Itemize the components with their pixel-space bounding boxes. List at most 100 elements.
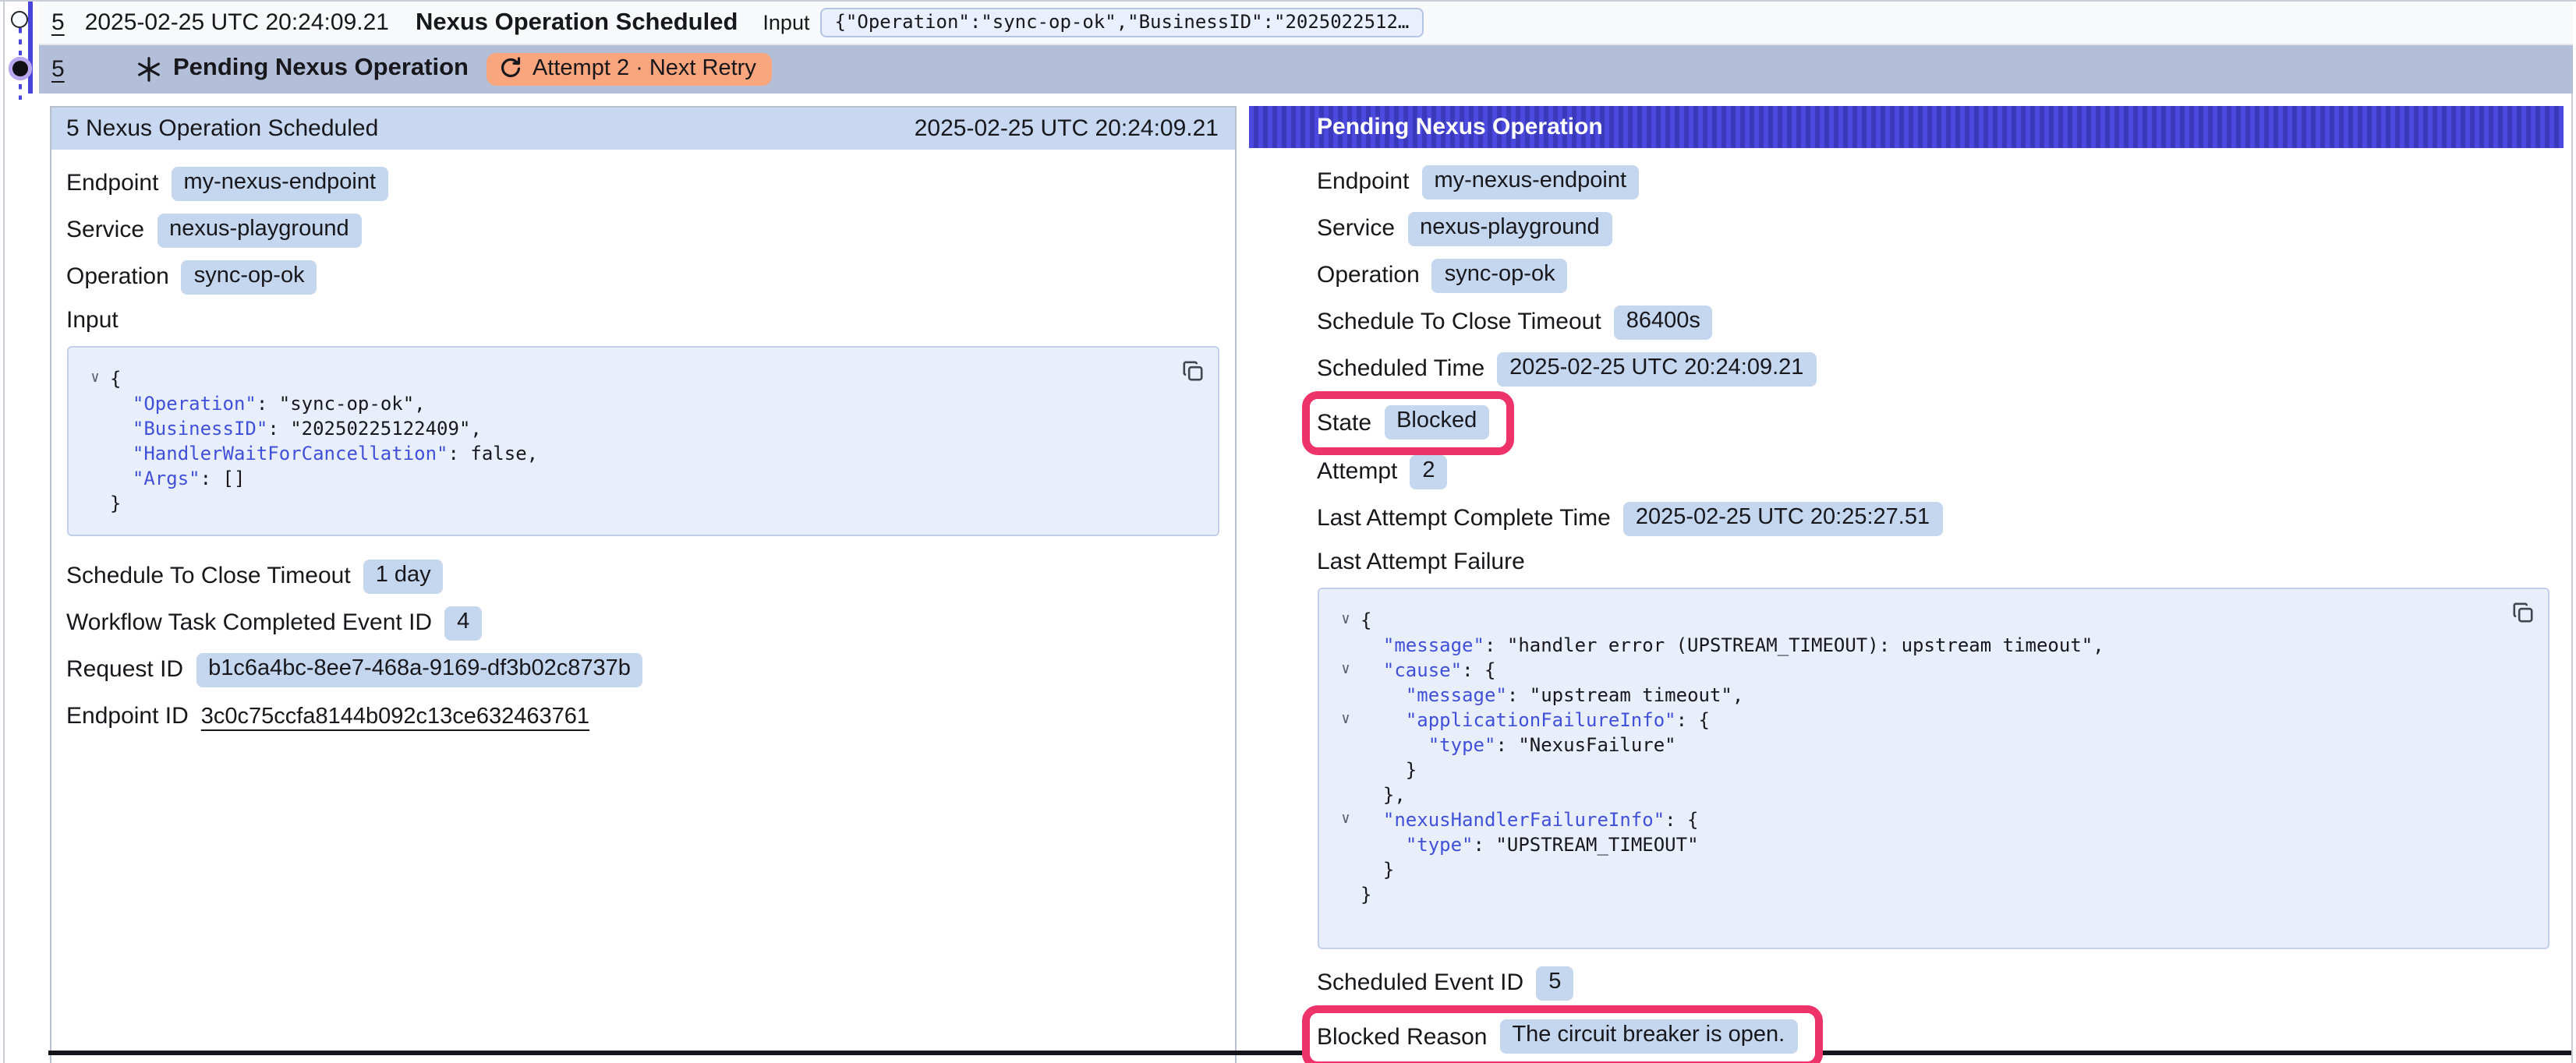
field-value-badge: sync-op-ok (182, 260, 317, 294)
field-row: Endpoint my-nexus-endpoint (66, 165, 1219, 201)
field-row: Operation sync-op-ok (66, 259, 1219, 295)
field-value-badge: my-nexus-endpoint (1421, 164, 1639, 199)
state-value-badge: Blocked (1384, 405, 1489, 440)
retry-badge-label: Attempt 2 · Next Retry (533, 56, 756, 81)
code-gutter (1331, 832, 1361, 857)
event-selected-circle-icon[interactable] (12, 60, 27, 76)
copy-icon[interactable] (2512, 602, 2534, 623)
field-label: Endpoint (1317, 168, 1409, 195)
event-row-pending-selected[interactable]: 5 Pending Nexus Operation Attempt 2 · Ne… (39, 44, 2573, 94)
endpoint-id-link[interactable]: 3c0c75ccfa8144b092c13ce632463761 (201, 704, 589, 729)
field-label: State (1317, 409, 1371, 436)
code-gutter (1331, 733, 1361, 758)
event-detail-panel-scheduled: 5 Nexus Operation Scheduled 2025-02-25 U… (49, 106, 1236, 1063)
collapse-chevron-icon[interactable]: ∨ (80, 366, 110, 391)
field-value-badge: nexus-playground (157, 213, 362, 247)
event-input-preview-badge[interactable]: {"Operation":"sync-op-ok","BusinessID":"… (820, 8, 1423, 37)
field-value-badge: 1 day (363, 559, 444, 593)
field-label: Scheduled Event ID (1317, 969, 1523, 996)
field-value-badge: 2025-02-25 UTC 20:25:27.51 (1623, 501, 1942, 535)
code-gutter (80, 491, 110, 516)
field-label: Service (1317, 215, 1395, 242)
field-value-badge: 2 (1410, 454, 1447, 489)
field-value-badge: nexus-playground (1407, 211, 1612, 245)
code-gutter (80, 441, 110, 466)
field-row: Schedule To Close Timeout 1 day (66, 558, 1219, 594)
event-id-link[interactable]: 5 (51, 9, 65, 36)
panel-title: Pending Nexus Operation (1317, 114, 1603, 140)
field-label: Blocked Reason (1317, 1023, 1487, 1050)
field-row: Schedule To Close Timeout 86400s (1317, 304, 2549, 340)
field-value-badge: 4 (444, 606, 482, 640)
field-label: Operation (1317, 262, 1420, 288)
event-history-view: 5 2025-02-25 UTC 20:24:09.21 Nexus Opera… (0, 0, 2576, 1063)
field-label: Schedule To Close Timeout (66, 563, 351, 589)
field-row: Endpoint my-nexus-endpoint (1317, 164, 2549, 200)
field-row: Attempt 2 (1317, 454, 2549, 489)
code-gutter (1331, 758, 1361, 782)
event-row-scheduled[interactable]: 5 2025-02-25 UTC 20:24:09.21 Nexus Opera… (39, 2, 2573, 45)
collapse-chevron-icon[interactable]: ∨ (1331, 658, 1361, 683)
timeline-active-bar (27, 2, 33, 94)
input-json-viewer: ∨{ "Operation": "sync-op-ok", "BusinessI… (66, 346, 1219, 536)
field-value-badge: sync-op-ok (1432, 258, 1568, 292)
collapse-chevron-icon[interactable]: ∨ (1331, 708, 1361, 733)
input-section-label: Input (66, 307, 1219, 335)
panel-header: 5 Nexus Operation Scheduled 2025-02-25 U… (51, 108, 1234, 150)
panel-title: 5 Nexus Operation Scheduled (66, 115, 378, 142)
window-border-right (2571, 0, 2573, 1063)
event-title: Pending Nexus Operation (173, 55, 469, 83)
annotation-highlight-box: Blocked Reason The circuit breaker is op… (1301, 1005, 1822, 1063)
code-gutter (1331, 882, 1361, 907)
panel-time: 2025-02-25 UTC 20:24:09.21 (915, 115, 1219, 142)
collapse-chevron-icon[interactable]: ∨ (1331, 807, 1361, 832)
field-value-badge: 86400s (1614, 305, 1713, 339)
field-row: Operation sync-op-ok (1317, 257, 2549, 293)
event-input-label: Input (763, 11, 809, 34)
copy-icon[interactable] (1181, 360, 1203, 382)
field-label: Scheduled Time (1317, 355, 1484, 382)
event-time: 2025-02-25 UTC 20:24:09.21 (85, 9, 389, 36)
event-title: Nexus Operation Scheduled (416, 9, 738, 37)
field-label: Request ID (66, 656, 183, 683)
code-gutter (80, 416, 110, 441)
field-label: Last Attempt Complete Time (1317, 505, 1611, 532)
collapse-chevron-icon[interactable]: ∨ (1331, 608, 1361, 633)
retry-status-badge: Attempt 2 · Next Retry (487, 53, 772, 86)
field-row: Workflow Task Completed Event ID 4 (66, 605, 1219, 641)
window-border-left (3, 0, 5, 1063)
field-value-badge: 5 (1536, 966, 1573, 1000)
pending-panel-header: Pending Nexus Operation (1248, 106, 2564, 148)
field-label: Operation (66, 263, 169, 290)
pending-asterisk-icon (136, 56, 162, 83)
failure-json-viewer: ∨{ "message": "handler error (UPSTREAM_T… (1317, 588, 2549, 949)
field-label: Attempt (1317, 458, 1397, 485)
field-value-badge: my-nexus-endpoint (171, 166, 388, 200)
failure-section-label: Last Attempt Failure (1317, 549, 2549, 577)
field-label: Endpoint ID (66, 703, 189, 729)
retry-icon (500, 57, 523, 80)
code-gutter (1331, 857, 1361, 882)
field-row: Last Attempt Complete Time 2025-02-25 UT… (1317, 500, 2549, 536)
field-value-badge: 2025-02-25 UTC 20:24:09.21 (1497, 351, 1816, 386)
event-open-circle-icon[interactable] (11, 11, 28, 28)
field-label: Service (66, 217, 144, 243)
field-row: Service nexus-playground (66, 212, 1219, 248)
event-id-link[interactable]: 5 (51, 56, 136, 83)
event-detail-panel-pending: Pending Nexus Operation Endpoint my-nexu… (1248, 106, 2564, 1063)
field-row: Scheduled Event ID 5 (1317, 965, 2549, 1001)
annotation-highlight-box: State Blocked (1301, 391, 1514, 455)
field-row: Service nexus-playground (1317, 210, 2549, 246)
field-row: Request ID b1c6a4bc-8ee7-468a-9169-df3b0… (66, 652, 1219, 687)
code-gutter (1331, 683, 1361, 708)
field-row: Scheduled Time 2025-02-25 UTC 20:24:09.2… (1317, 351, 2549, 387)
code-gutter (1331, 633, 1361, 658)
state-row-annotated: State Blocked (1301, 391, 2549, 455)
code-gutter (80, 466, 110, 491)
field-row: Endpoint ID 3c0c75ccfa8144b092c13ce63246… (66, 698, 1219, 734)
field-label: Workflow Task Completed Event ID (66, 609, 432, 636)
code-gutter (1331, 782, 1361, 807)
field-label: Schedule To Close Timeout (1317, 309, 1601, 335)
blocked-reason-badge: The circuit breaker is open. (1499, 1019, 1797, 1054)
code-gutter (80, 391, 110, 416)
